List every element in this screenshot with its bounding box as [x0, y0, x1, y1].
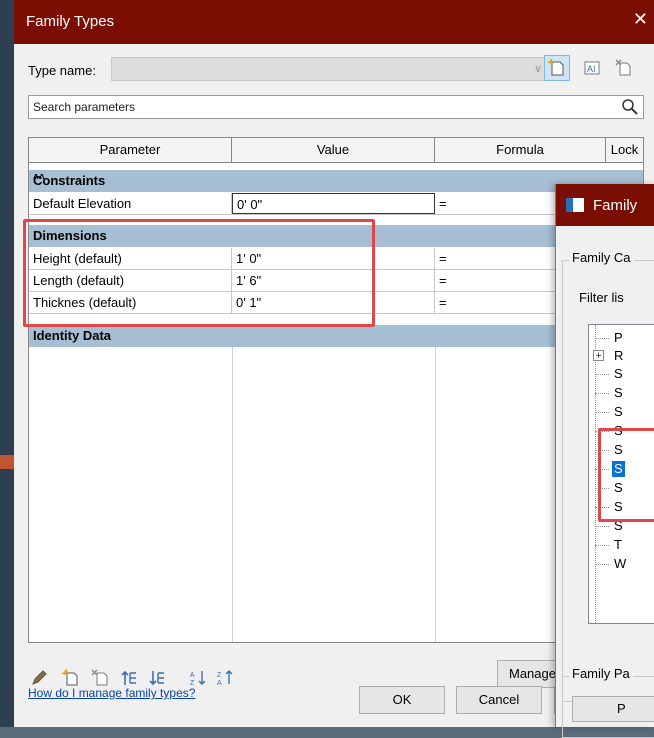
- search-placeholder: Search parameters: [33, 100, 136, 114]
- tree-item[interactable]: W: [589, 555, 654, 573]
- close-icon[interactable]: ✕: [633, 10, 648, 28]
- column-divider: [232, 347, 233, 642]
- family-category-label: Family Ca: [569, 250, 634, 265]
- formula-cell[interactable]: =: [435, 270, 565, 291]
- parameter-cell: Default Elevation: [29, 193, 232, 214]
- tree-connector: [595, 564, 609, 565]
- group-label: Identity Data: [33, 328, 112, 343]
- delete-type-icon: [615, 59, 631, 76]
- formula-cell[interactable]: =: [435, 193, 565, 214]
- family-icon: [566, 198, 584, 212]
- svg-text:Z: Z: [217, 672, 222, 679]
- new-type-button[interactable]: [544, 55, 570, 81]
- tree-item[interactable]: S: [589, 384, 654, 402]
- title-bar: Family Types ✕: [14, 0, 654, 44]
- filter-list-label: Filter lis: [579, 290, 624, 305]
- table-row[interactable]: Default Elevation 0' 0" =: [29, 193, 643, 215]
- expand-icon[interactable]: +: [593, 350, 604, 362]
- type-name-dropdown[interactable]: ∨: [111, 57, 549, 81]
- tree-item[interactable]: S: [589, 365, 654, 383]
- tree-connector: [595, 545, 609, 546]
- group-header-constraints[interactable]: Constraints ˄˄: [29, 170, 643, 192]
- column-header-lock[interactable]: Lock: [606, 138, 643, 162]
- highlight-box: [23, 219, 375, 327]
- tree-connector: [595, 338, 609, 339]
- delete-parameter-icon: [91, 669, 108, 686]
- chevron-down-icon: ∨: [533, 63, 542, 75]
- tree-item-label: W: [614, 556, 627, 571]
- rename-type-button[interactable]: AI: [579, 55, 605, 81]
- tree-connector: [595, 412, 609, 413]
- grid-header: Parameter Value Formula Lock: [29, 138, 643, 163]
- search-input[interactable]: Search parameters: [28, 95, 644, 119]
- dialog-title: Family Types: [26, 13, 115, 30]
- ok-button[interactable]: OK: [359, 686, 445, 714]
- value-cell[interactable]: 0' 0": [232, 193, 435, 214]
- tree-connector: [595, 526, 609, 527]
- tree-item-label: P: [614, 330, 623, 345]
- move-up-icon: [121, 670, 136, 685]
- tree-item-label: S: [614, 404, 623, 419]
- column-header-value[interactable]: Value: [232, 138, 435, 162]
- sort-descending-button[interactable]: Z A: [215, 667, 237, 689]
- sort-descending-icon: Z A: [217, 670, 233, 687]
- tree-item-label: S: [614, 366, 623, 381]
- column-divider: [435, 347, 436, 642]
- type-name-label: Type name:: [28, 63, 96, 78]
- tree-connector: [595, 374, 609, 375]
- pencil-icon: [32, 670, 47, 685]
- tree-item[interactable]: + R: [589, 347, 654, 365]
- tree-item[interactable]: P: [589, 329, 654, 347]
- new-type-icon: [547, 58, 564, 76]
- svg-text:A: A: [217, 680, 222, 687]
- background-accent: [0, 455, 14, 469]
- dialog-title: Family: [593, 197, 638, 214]
- formula-cell[interactable]: =: [435, 248, 565, 269]
- sort-ascending-icon: A Z: [190, 671, 206, 687]
- tree-connector: [595, 393, 609, 394]
- tree-item[interactable]: T: [589, 536, 654, 554]
- tree-item-label: R: [614, 348, 624, 363]
- delete-type-button[interactable]: [611, 55, 637, 81]
- parameters-grid: Parameter Value Formula Lock Constraints…: [28, 137, 644, 643]
- help-link[interactable]: How do I manage family types?: [28, 686, 195, 700]
- tree-item-label: T: [614, 537, 622, 552]
- highlight-box: [598, 428, 654, 522]
- column-header-parameter[interactable]: Parameter: [29, 138, 232, 162]
- cancel-button[interactable]: Cancel: [456, 686, 542, 714]
- family-parameters-label: Family Pa: [569, 666, 633, 681]
- collapse-icon[interactable]: ˄˄: [33, 172, 637, 183]
- tree-item[interactable]: S: [589, 403, 654, 421]
- family-category-dialog: Family Family Ca Filter lis P + R S S S …: [555, 184, 654, 738]
- search-icon[interactable]: [621, 98, 639, 116]
- new-parameter-icon: [62, 669, 78, 686]
- tree-item-label: S: [614, 385, 623, 400]
- svg-text:AI: AI: [587, 64, 596, 74]
- svg-text:A: A: [190, 672, 195, 679]
- formula-cell[interactable]: =: [435, 292, 565, 313]
- family-parameters-button[interactable]: P: [572, 696, 654, 722]
- rename-type-icon: AI: [584, 61, 600, 75]
- background-window: [0, 0, 14, 727]
- column-header-formula[interactable]: Formula: [435, 138, 606, 162]
- group-header-identity-data[interactable]: Identity Data: [29, 325, 643, 347]
- move-down-icon: [149, 671, 164, 686]
- title-bar: Family: [556, 184, 654, 226]
